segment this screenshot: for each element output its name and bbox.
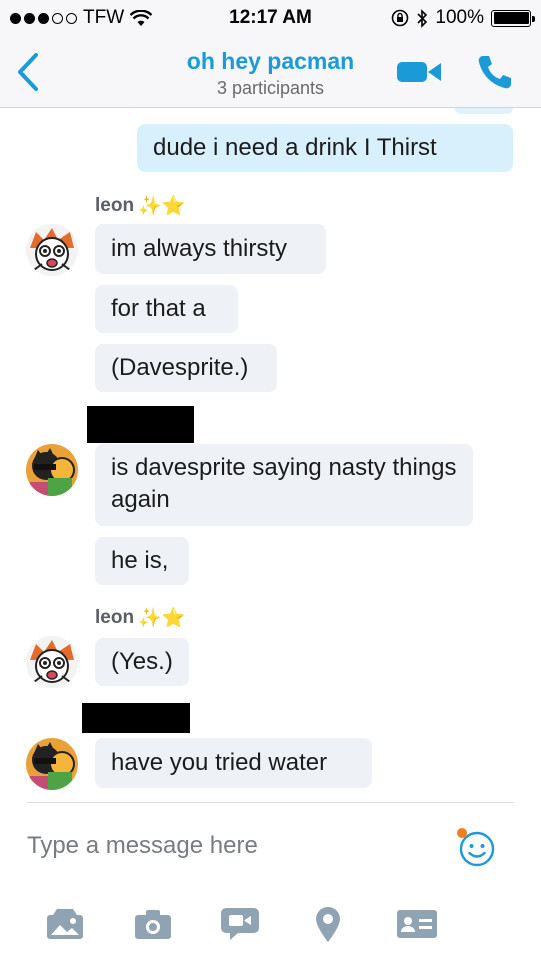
incoming-message[interactable]: is davesprite saying nasty things again	[95, 444, 473, 526]
battery-percentage: 100%	[435, 7, 484, 28]
incoming-message[interactable]: (Davesprite.)	[95, 344, 277, 392]
sender-name: leon ✨⭐	[95, 194, 185, 218]
bluetooth-icon	[417, 8, 428, 28]
contact-card-button[interactable]	[394, 904, 440, 944]
status-bar: TFW 12:17 AM 100%	[0, 0, 541, 36]
video-message-icon	[221, 908, 259, 940]
message-text: dude i need a drink I Thirst	[153, 134, 437, 161]
camera-icon	[135, 910, 171, 939]
sender-label: leon	[95, 607, 135, 628]
previous-message-edge	[455, 108, 513, 114]
avatar-leon-image	[26, 224, 78, 276]
redacted-sender-name	[82, 703, 190, 733]
conversation-title[interactable]: oh hey pacman	[0, 48, 541, 75]
video-message-button[interactable]	[218, 904, 262, 944]
message-text: have you tried water	[111, 749, 328, 776]
contact-card-icon	[397, 910, 437, 938]
media-gallery-icon	[47, 909, 83, 939]
phone-icon	[478, 56, 511, 89]
sender-label: leon	[95, 195, 135, 216]
avatar[interactable]	[26, 444, 78, 496]
location-button[interactable]	[310, 904, 346, 944]
video-camera-icon	[397, 62, 441, 82]
message-text: (Davesprite.)	[111, 354, 249, 381]
redacted-sender-name	[87, 406, 194, 443]
sender-emoji: ✨⭐	[138, 196, 186, 217]
emoji-button[interactable]	[454, 826, 496, 868]
smiley-icon	[457, 828, 495, 867]
avatar-redacted-user-image	[26, 738, 78, 790]
outgoing-message[interactable]: dude i need a drink I Thirst	[137, 124, 513, 172]
incoming-message[interactable]: im always thirsty	[95, 224, 326, 274]
audio-call-button[interactable]	[476, 53, 514, 91]
message-text: he is,	[111, 547, 169, 574]
message-list[interactable]: dude i need a drink I Thirst leon ✨⭐ im …	[0, 108, 541, 802]
avatar-redacted-user-image	[26, 444, 78, 496]
avatar-leon-image	[26, 636, 78, 688]
message-text: is davesprite saying nasty things again	[111, 454, 457, 513]
participants-count[interactable]: 3 participants	[0, 78, 541, 99]
avatar[interactable]	[26, 224, 78, 276]
sender-name: leon ✨⭐	[95, 606, 185, 630]
status-indicators: 100%	[391, 7, 535, 29]
avatar[interactable]	[26, 738, 78, 790]
incoming-message[interactable]: he is,	[95, 537, 189, 585]
incoming-message[interactable]: have you tried water	[95, 738, 372, 788]
message-text: (Yes.)	[111, 648, 173, 675]
incoming-message[interactable]: (Yes.)	[95, 638, 189, 686]
conversation-header: oh hey pacman 3 participants	[0, 36, 541, 108]
composer-divider	[27, 802, 514, 803]
rotation-lock-icon	[392, 9, 409, 27]
video-call-button[interactable]	[396, 58, 442, 86]
sender-emoji: ✨⭐	[138, 608, 186, 629]
location-pin-icon	[316, 907, 340, 942]
battery-icon	[491, 9, 535, 27]
avatar[interactable]	[26, 636, 78, 688]
message-text: for that a	[111, 295, 206, 322]
camera-button[interactable]	[131, 904, 175, 944]
incoming-message[interactable]: for that a	[95, 285, 238, 333]
media-gallery-button[interactable]	[43, 904, 87, 944]
message-text: im always thirsty	[111, 235, 288, 262]
message-input[interactable]	[27, 828, 427, 864]
